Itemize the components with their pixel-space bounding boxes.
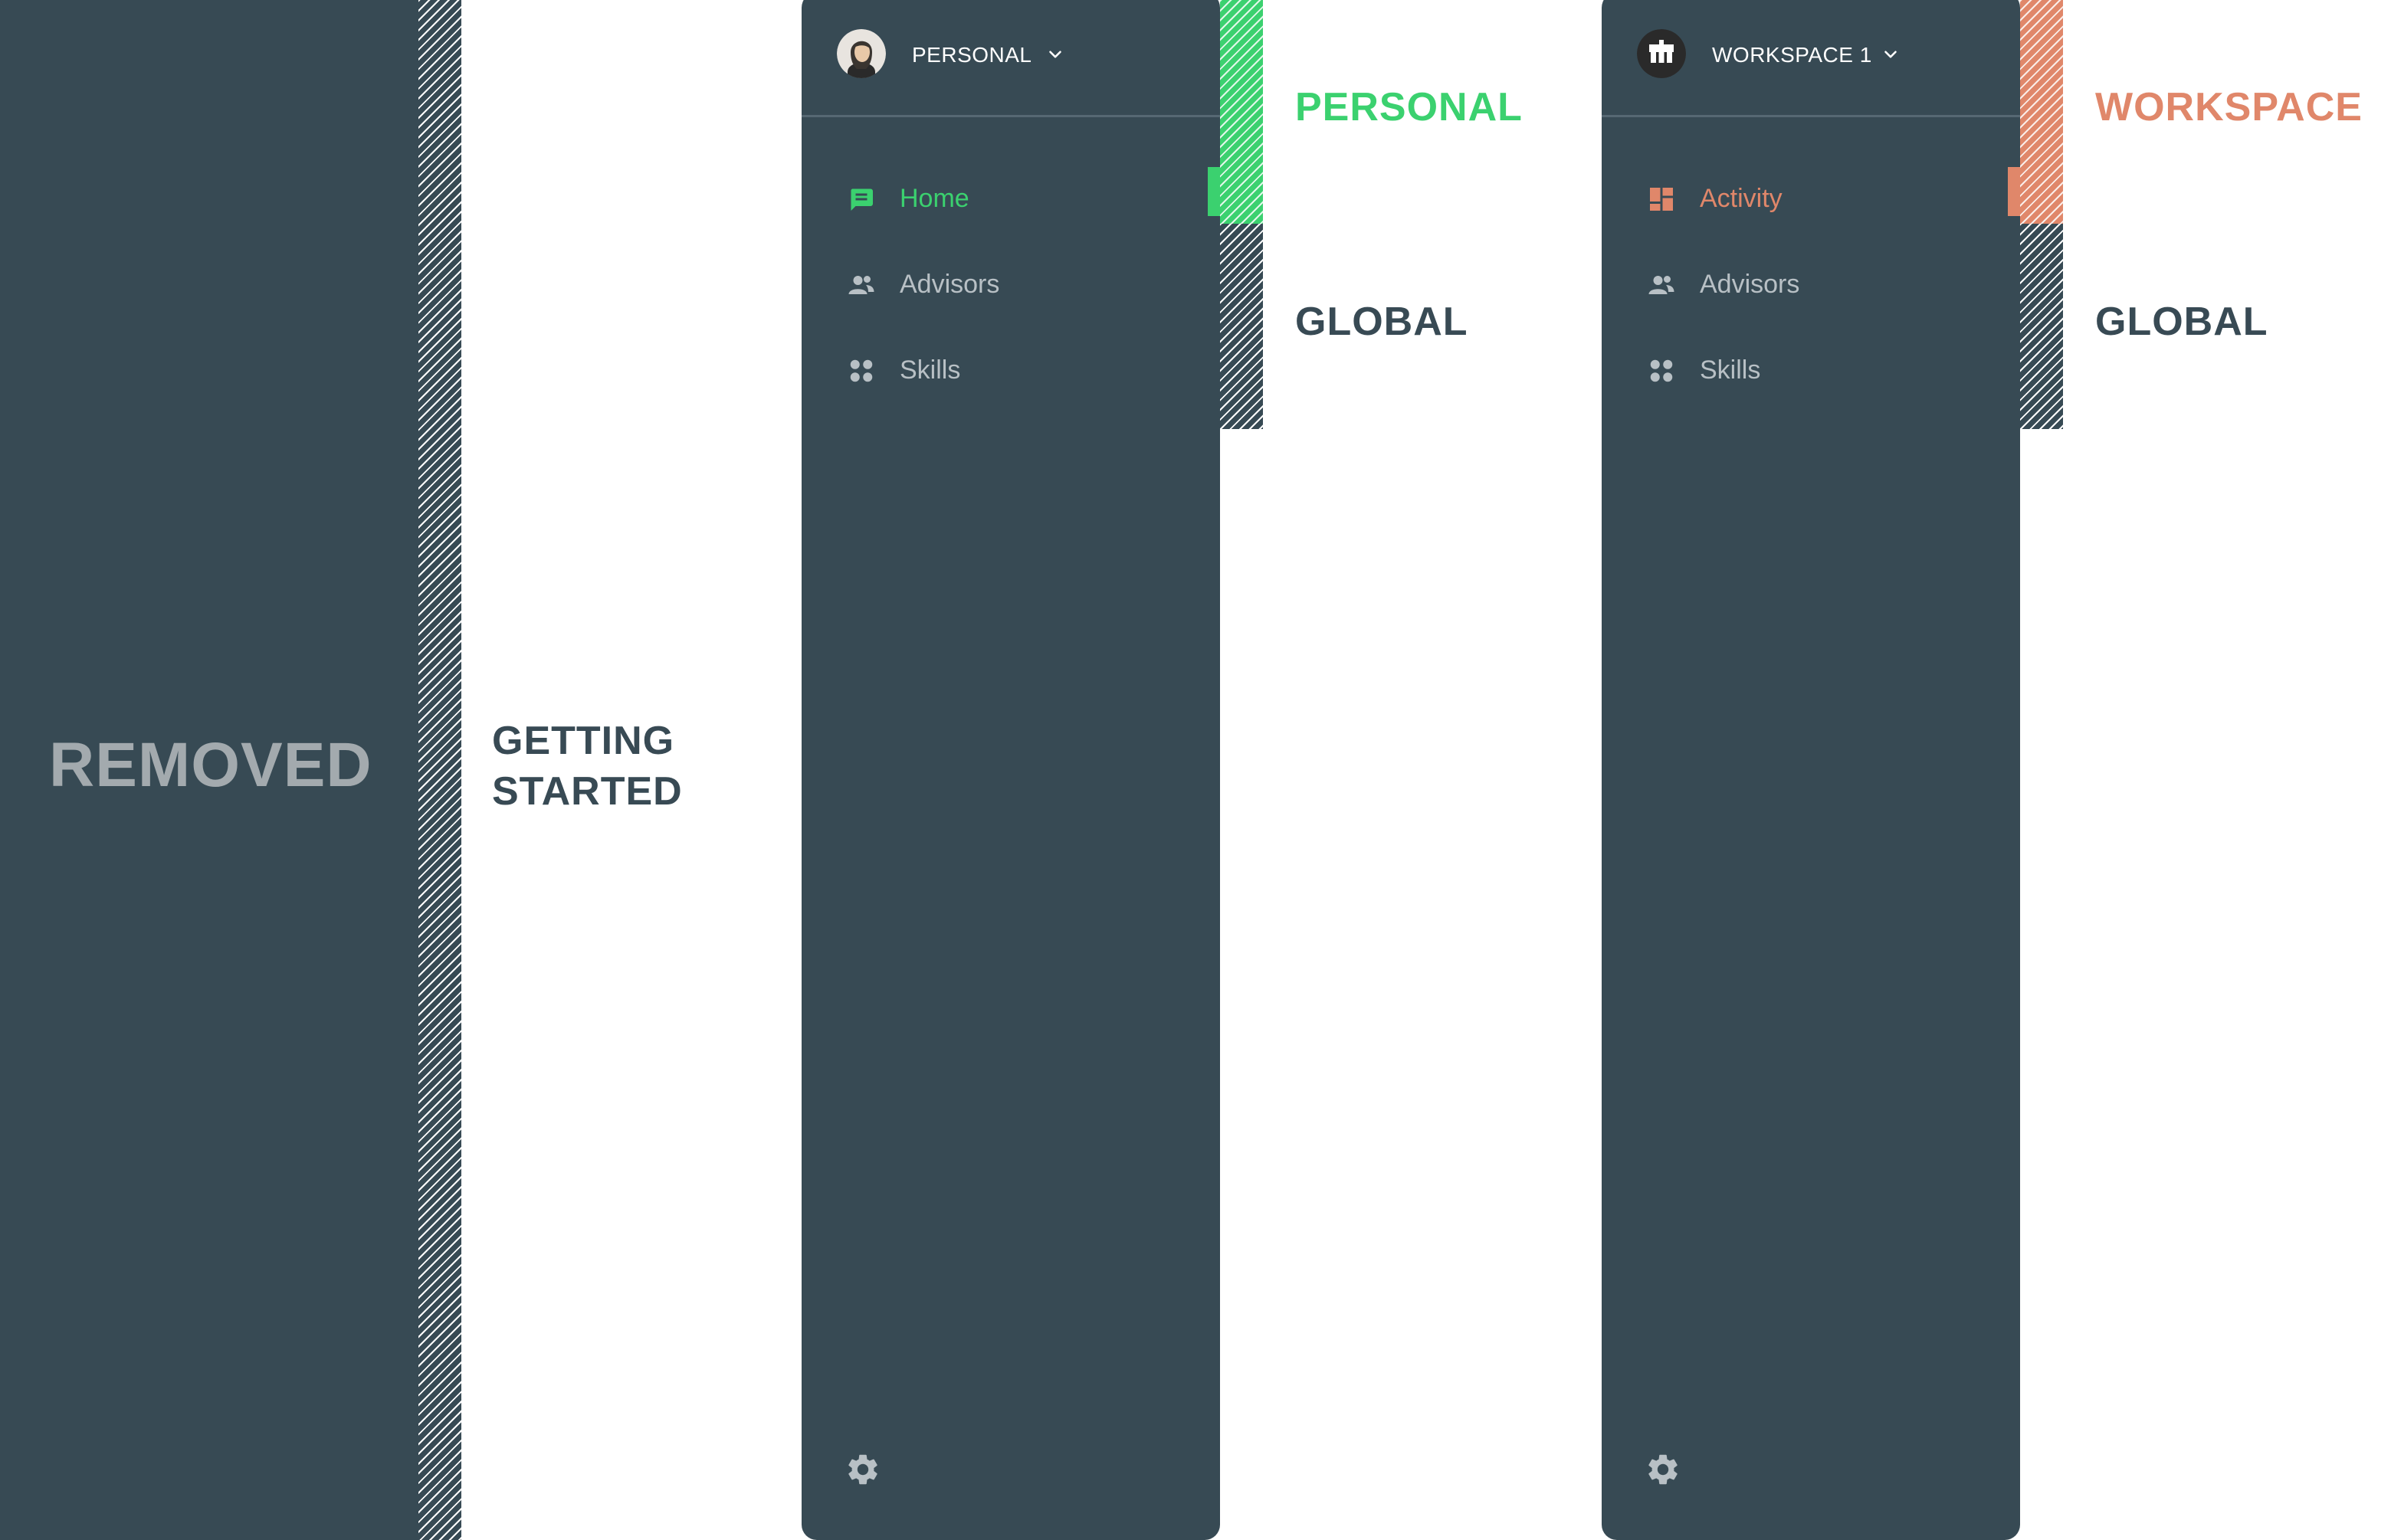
chat-icon: [851, 188, 873, 211]
personal-section-marker: [1220, 0, 1263, 224]
annotation-line: GETTING: [492, 719, 675, 763]
removed-label: REMOVED: [49, 730, 372, 800]
nav-item-label: Advisors: [900, 270, 1000, 299]
nav-item-label: Activity: [1700, 184, 1783, 213]
workspace-section-label: WORKSPACE: [2095, 85, 2363, 129]
nav-item-advisors[interactable]: Advisors: [1602, 254, 2020, 316]
avatar[interactable]: [837, 29, 886, 78]
gear-icon[interactable]: [845, 1451, 881, 1488]
personal-section-label: PERSONAL: [1295, 85, 1523, 129]
global-section-label: GLOBAL: [1295, 300, 1468, 344]
getting-started-annotation: GETTING STARTED: [492, 716, 683, 817]
nav-item-skills[interactable]: Skills: [1602, 340, 2020, 401]
nav-item-skills[interactable]: Skills: [802, 340, 1220, 401]
hatched-divider: [418, 0, 461, 1540]
grid-icon: [1650, 359, 1673, 382]
global-section-label: GLOBAL: [2095, 300, 2268, 344]
workspace-switcher[interactable]: WORKSPACE 1: [1602, 0, 2020, 117]
active-indicator: [1208, 167, 1220, 216]
nav-item-advisors[interactable]: Advisors: [802, 254, 1220, 316]
workspace-switcher[interactable]: PERSONAL: [802, 0, 1220, 117]
workspace-name[interactable]: WORKSPACE 1: [1712, 43, 1872, 67]
workspace-name[interactable]: PERSONAL: [912, 43, 1032, 67]
nav-item-label: Advisors: [1700, 270, 1800, 299]
personal-sidebar: PERSONAL Home Advisors Skills: [802, 0, 1220, 1540]
workspace-logo-icon: [1637, 29, 1686, 78]
nav-item-label: Home: [900, 184, 969, 213]
workspace-sidebar: WORKSPACE 1 Activity Advisors Skills: [1602, 0, 2020, 1540]
nav-item-home[interactable]: Home: [802, 169, 1220, 230]
nav-item-label: Skills: [900, 356, 961, 385]
global-section-marker: [2020, 224, 2063, 429]
people-icon: [1648, 276, 1674, 294]
active-indicator: [2008, 167, 2020, 216]
chevron-down-icon[interactable]: [1881, 44, 1901, 64]
avatar[interactable]: [1637, 29, 1686, 78]
annotation-line: STARTED: [492, 769, 683, 814]
dashboard-icon: [1650, 188, 1673, 211]
global-section-marker: [1220, 224, 1263, 429]
people-icon: [848, 276, 874, 294]
grid-icon: [850, 359, 873, 382]
user-avatar-icon: [837, 29, 886, 78]
gear-icon[interactable]: [1645, 1451, 1681, 1488]
nav-item-activity[interactable]: Activity: [1602, 169, 2020, 230]
workspace-section-marker: [2020, 0, 2063, 224]
chevron-down-icon[interactable]: [1045, 44, 1065, 64]
nav-item-label: Skills: [1700, 356, 1761, 385]
